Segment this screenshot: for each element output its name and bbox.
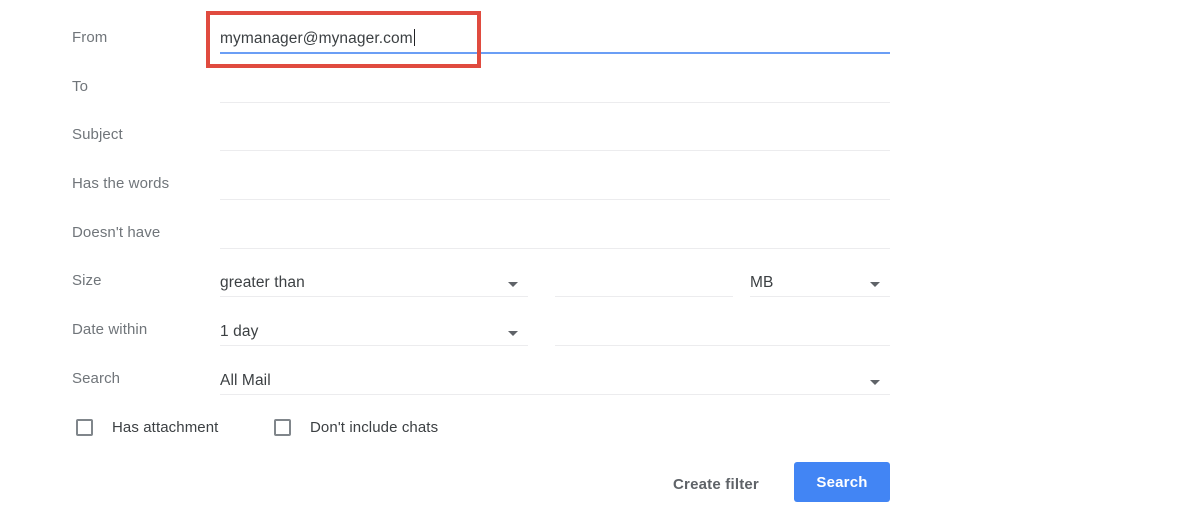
create-filter-button[interactable]: Create filter: [665, 470, 767, 499]
checkbox-icon[interactable]: [76, 418, 93, 436]
search-button[interactable]: Search: [794, 462, 890, 502]
label-subject: Subject: [72, 126, 123, 143]
size-amount-input[interactable]: [555, 267, 733, 297]
from-input[interactable]: mymanager@mynager.com: [220, 24, 890, 54]
search-scope-select[interactable]: All Mail: [220, 365, 890, 395]
date-input[interactable]: [555, 316, 890, 346]
checkbox-has-attachment-label: Has attachment: [112, 418, 219, 436]
search-scope-value: All Mail: [220, 372, 271, 389]
button-row: Create filter Search: [0, 462, 1200, 506]
label-doesnt-have: Doesn't have: [72, 224, 161, 241]
label-size: Size: [72, 272, 102, 289]
label-has-the-words: Has the words: [72, 175, 170, 192]
label-date-within: Date within: [72, 321, 148, 338]
subject-input[interactable]: [220, 121, 890, 151]
field-row-size: Size greater than MB: [0, 257, 1200, 305]
checkbox-dont-include-chats[interactable]: Don't include chats: [274, 408, 438, 446]
advanced-search-panel: From mymanager@mynager.com To Subject Ha…: [0, 0, 1200, 517]
field-row-from: From mymanager@mynager.com: [0, 14, 1200, 62]
label-from: From: [72, 29, 108, 46]
chevron-down-icon: [508, 331, 518, 336]
checkbox-row: Has attachment Don't include chats: [0, 408, 1200, 446]
date-within-value: 1 day: [220, 323, 259, 340]
text-caret: [413, 29, 415, 46]
label-search: Search: [72, 370, 121, 387]
has-the-words-input[interactable]: [220, 170, 890, 200]
doesnt-have-input[interactable]: [220, 219, 890, 249]
chevron-down-icon: [508, 282, 518, 287]
chevron-down-icon: [870, 380, 880, 385]
field-row-to: To: [0, 63, 1200, 111]
size-operator-value: greater than: [220, 274, 305, 291]
from-input-value: mymanager@mynager.com: [220, 29, 415, 47]
size-unit-value: MB: [750, 274, 774, 291]
field-row-date-within: Date within 1 day: [0, 306, 1200, 354]
field-row-doesnt-have: Doesn't have: [0, 209, 1200, 257]
size-operator-select[interactable]: greater than: [220, 267, 528, 297]
checkbox-dont-include-chats-label: Don't include chats: [310, 418, 439, 436]
chevron-down-icon: [870, 282, 880, 287]
field-row-subject: Subject: [0, 111, 1200, 159]
date-within-select[interactable]: 1 day: [220, 316, 528, 346]
field-row-has-the-words: Has the words: [0, 160, 1200, 208]
size-unit-select[interactable]: MB: [750, 267, 890, 297]
to-input[interactable]: [220, 73, 890, 103]
label-to: To: [72, 78, 89, 95]
field-row-search-scope: Search All Mail: [0, 355, 1200, 403]
checkbox-icon[interactable]: [274, 418, 291, 436]
checkbox-has-attachment[interactable]: Has attachment: [76, 408, 218, 446]
